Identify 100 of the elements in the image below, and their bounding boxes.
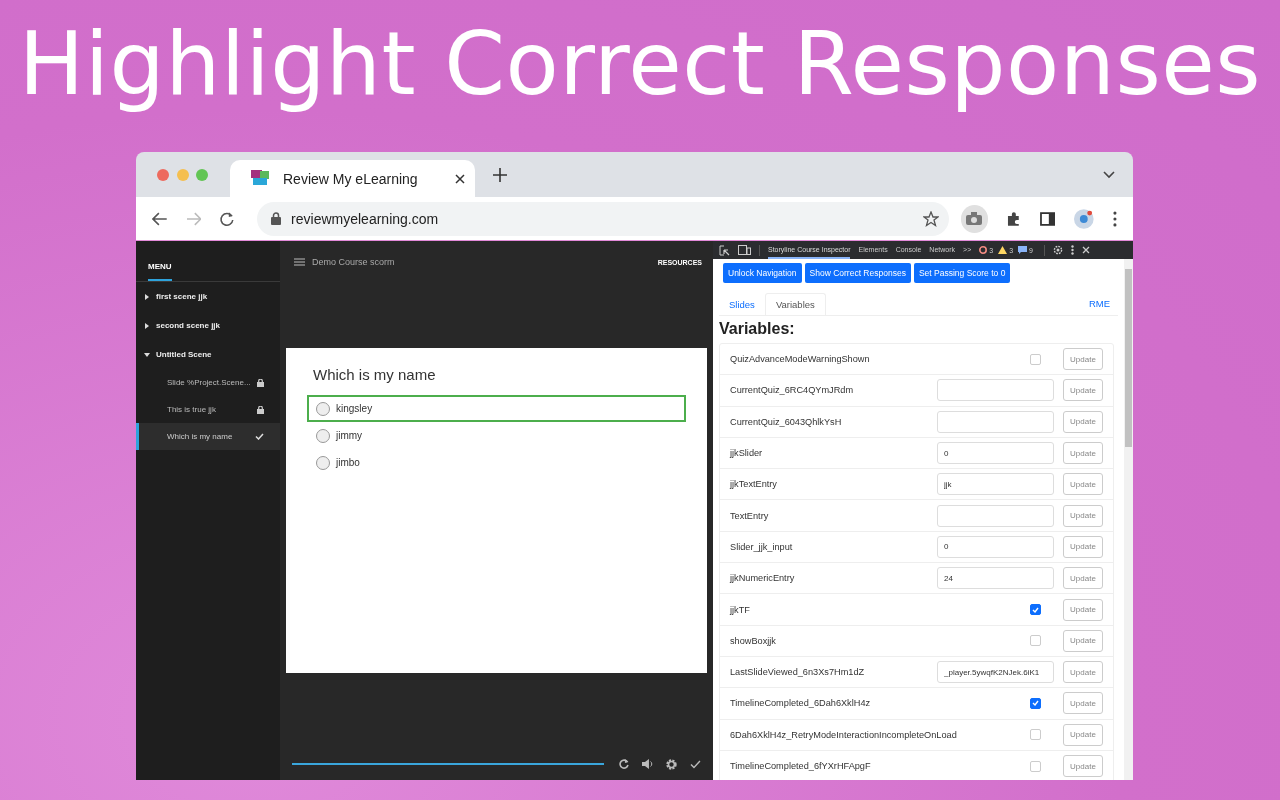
variable-name: LastSlideViewed_6n3Xs7Hm1dZ: [730, 667, 865, 678]
value-field[interactable]: [937, 379, 1054, 402]
value-field[interactable]: 0: [937, 535, 1054, 558]
checkbox[interactable]: [1030, 729, 1041, 741]
inspector-tab[interactable]: Variables: [764, 293, 826, 315]
message-icon: [1018, 246, 1028, 254]
checkbox[interactable]: [1030, 635, 1041, 647]
update-button[interactable]: Update: [1063, 755, 1103, 777]
value-field[interactable]: 24: [937, 567, 1054, 590]
caret-right-icon: [144, 293, 150, 300]
answer-option[interactable]: kingsley: [307, 395, 686, 422]
reload-icon[interactable]: [219, 210, 236, 227]
answer-option[interactable]: jimmy: [307, 422, 686, 449]
answer-option[interactable]: jimbo: [307, 449, 686, 476]
update-button[interactable]: Update: [1063, 410, 1103, 433]
lock-icon: [271, 212, 282, 225]
rme-link[interactable]: RME: [1088, 298, 1110, 315]
update-button[interactable]: Update: [1063, 723, 1103, 746]
side-panel-icon[interactable]: [1039, 211, 1056, 226]
variable-name: CurrentQuiz_6043QhlkYsH: [730, 416, 842, 427]
slide-item[interactable]: Which is my name: [136, 423, 280, 450]
more-icon[interactable]: [1113, 210, 1117, 227]
address-field[interactable]: reviewmyelearning.com: [257, 201, 949, 236]
action-button[interactable]: Unlock Navigation: [723, 263, 802, 283]
variable-name: jjkTF: [730, 604, 750, 615]
update-button[interactable]: Update: [1063, 661, 1103, 684]
value-field[interactable]: 0: [937, 442, 1054, 465]
update-button[interactable]: Update: [1063, 598, 1103, 621]
volume-icon[interactable]: [642, 759, 654, 770]
update-button[interactable]: Update: [1063, 535, 1103, 558]
update-button[interactable]: Update: [1063, 442, 1103, 465]
settings-icon[interactable]: [666, 758, 678, 770]
action-button[interactable]: Show Correct Responses: [804, 263, 911, 283]
device-icon[interactable]: [738, 245, 751, 255]
update-button[interactable]: Update: [1063, 504, 1103, 527]
variable-name: jjkSlider: [730, 448, 763, 459]
checkbox[interactable]: [1030, 760, 1041, 772]
update-button[interactable]: Update: [1063, 473, 1103, 496]
tab-title: Review My eLearning: [283, 170, 419, 187]
scene-item[interactable]: Untitled Scene: [136, 340, 280, 369]
variable-name: Slider_jjk_input: [730, 541, 793, 552]
caret-down-icon: [144, 351, 150, 358]
check-icon[interactable]: [690, 759, 701, 769]
caret-right-icon: [144, 322, 150, 329]
camera-icon: [966, 212, 983, 225]
browser-tab[interactable]: Review My eLearning: [230, 160, 475, 197]
scene-item[interactable]: second scene jjk: [136, 311, 280, 340]
error-icon: [979, 246, 988, 254]
lock-icon: [257, 405, 264, 414]
variable-name: showBoxjjk: [730, 635, 776, 646]
variable-name: CurrentQuiz_6RC4QYmJRdm: [730, 385, 854, 396]
settings-icon[interactable]: [1052, 245, 1063, 255]
close-icon[interactable]: [455, 173, 465, 184]
camera-button[interactable]: [960, 204, 989, 233]
url-text: reviewmyelearning.com: [291, 210, 439, 227]
headline: Highlight Correct Responses: [17, 16, 1263, 117]
variable-name: jjkNumericEntry: [730, 573, 795, 584]
variable-name: jjkTextEntry: [730, 479, 777, 490]
menu-tab[interactable]: MENU: [148, 251, 172, 281]
value-field[interactable]: [937, 504, 1054, 527]
progress-bar[interactable]: [292, 763, 605, 766]
star-icon[interactable]: [922, 210, 939, 227]
value-field[interactable]: jjk: [937, 473, 1054, 496]
check-icon: [1032, 606, 1039, 613]
update-button[interactable]: Update: [1063, 692, 1103, 715]
update-button[interactable]: Update: [1063, 379, 1103, 402]
value-field[interactable]: [937, 410, 1054, 433]
course-title: Demo Course scorm: [312, 257, 395, 267]
inspect-icon[interactable]: [719, 244, 730, 256]
update-button[interactable]: Update: [1063, 629, 1103, 652]
checkbox[interactable]: [1030, 353, 1041, 365]
inspector-tab[interactable]: Slides: [719, 294, 765, 315]
variable-name: 6Dah6XklH4z_RetryModeInteractionIncompleteOnLoad: [730, 729, 957, 740]
puzzle-icon[interactable]: [1006, 210, 1022, 227]
question-text: Which is my name: [313, 366, 437, 383]
update-button[interactable]: Update: [1063, 567, 1103, 590]
value-field[interactable]: _player.5ywqfK2NJek.6iK1: [937, 661, 1054, 684]
variable-name: TimelineCompleted_6fYXrHFApgF: [730, 761, 871, 771]
check-icon: [255, 433, 264, 440]
back-icon[interactable]: [152, 211, 168, 226]
warning-icon: [998, 246, 1008, 254]
variable-name: TimelineCompleted_6Dah6XklH4z: [730, 698, 871, 709]
variables-heading: Variables:: [719, 320, 796, 338]
replay-icon[interactable]: [619, 759, 630, 770]
checkbox[interactable]: [1030, 604, 1041, 615]
variable-name: QuizAdvanceModeWarningShown: [730, 354, 870, 365]
scene-item[interactable]: first scene jjk: [136, 282, 280, 311]
menu-icon[interactable]: [294, 258, 305, 266]
checkbox[interactable]: [1030, 697, 1041, 709]
slide-item[interactable]: Slide %Project.Scene...: [136, 369, 280, 396]
more-icon[interactable]: [1070, 245, 1074, 255]
check-icon: [1032, 700, 1039, 707]
action-button[interactable]: Set Passing Score to 0: [913, 263, 1011, 283]
new-tab-icon[interactable]: [493, 167, 507, 182]
avatar-icon[interactable]: [1073, 207, 1096, 230]
chevron-down-icon[interactable]: [1103, 170, 1115, 179]
slide-item[interactable]: This is true jjk: [136, 396, 280, 423]
lock-icon: [257, 378, 264, 387]
variable-name: TextEntry: [730, 510, 769, 521]
update-button[interactable]: Update: [1063, 348, 1103, 371]
